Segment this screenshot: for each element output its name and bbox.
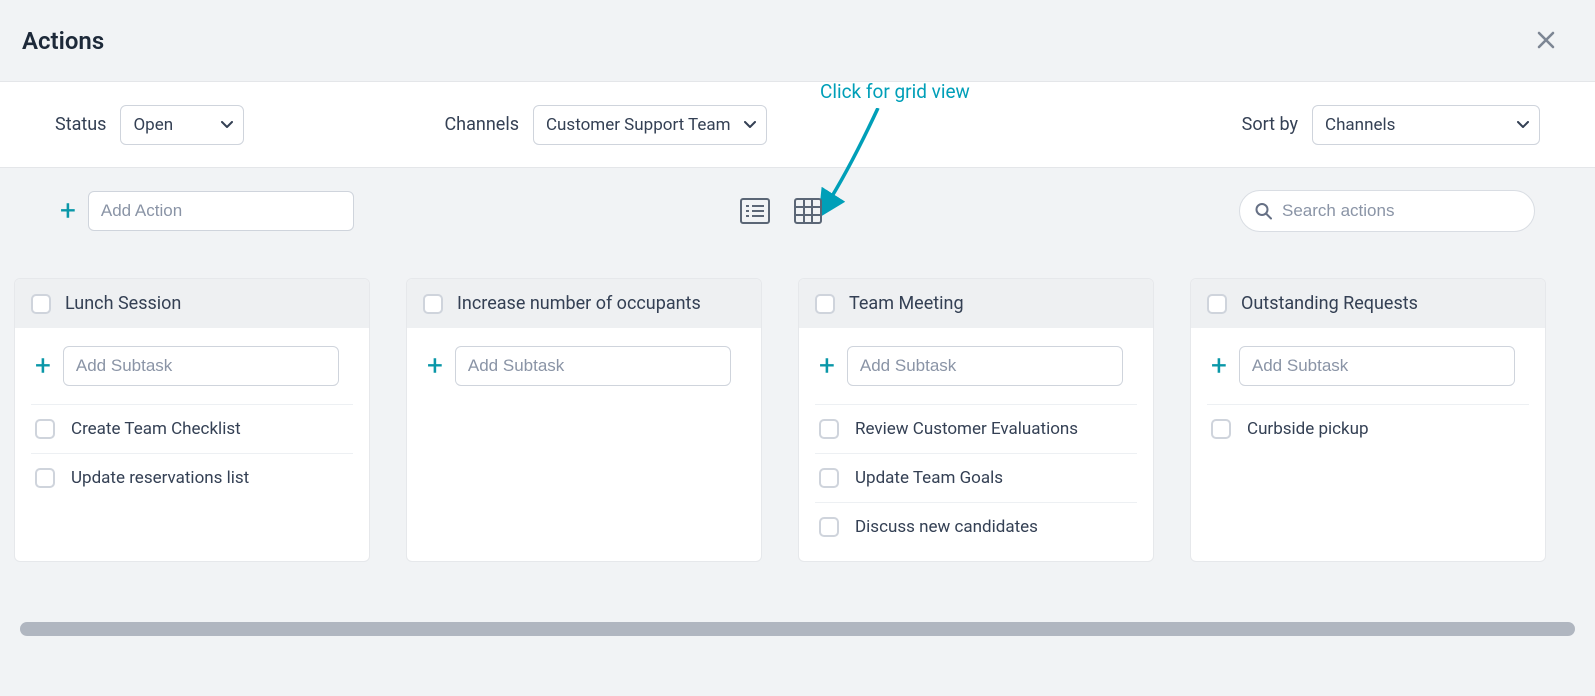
subtask-checkbox[interactable] [1211, 419, 1231, 439]
card-checkbox[interactable] [31, 294, 51, 314]
channels-label: Channels [444, 114, 519, 135]
subtask-label: Create Team Checklist [71, 419, 241, 439]
horizontal-scrollbar[interactable] [20, 622, 1575, 636]
subtask-checkbox[interactable] [819, 419, 839, 439]
subtask-checkbox[interactable] [35, 468, 55, 488]
subtask-row: Discuss new candidates [815, 502, 1137, 551]
subtask-checkbox[interactable] [819, 517, 839, 537]
action-card: Outstanding Requests + Curbside pickup [1190, 278, 1546, 562]
add-subtask-plus-icon[interactable]: + [1211, 352, 1227, 380]
card-body: + Create Team Checklist Update reservation… [15, 328, 369, 512]
add-subtask-plus-icon[interactable]: + [35, 352, 51, 380]
toolbar: + [0, 168, 1595, 254]
status-filter: Status Open [55, 105, 244, 145]
action-card: Increase number of occupants + [406, 278, 762, 562]
add-subtask-input[interactable] [1239, 346, 1515, 386]
subtask-checkbox[interactable] [35, 419, 55, 439]
card-header: Increase number of occupants [407, 279, 761, 328]
sort-filter: Sort by Channels [1242, 105, 1540, 145]
subtask-row: Create Team Checklist [31, 404, 353, 453]
add-action-group: + [60, 191, 354, 231]
subtask-label: Review Customer Evaluations [855, 419, 1078, 439]
add-subtask-plus-icon[interactable]: + [427, 352, 443, 380]
status-label: Status [55, 114, 106, 135]
add-subtask-input[interactable] [63, 346, 339, 386]
card-title: Increase number of occupants [457, 293, 701, 314]
card-checkbox[interactable] [423, 294, 443, 314]
action-card: Lunch Session + Create Team Checklist Updat… [14, 278, 370, 562]
card-body: + Curbside pickup [1191, 328, 1545, 463]
add-subtask-group: + [819, 346, 1137, 386]
sort-select[interactable]: Channels [1312, 105, 1540, 145]
list-view-icon [740, 198, 770, 224]
add-action-input[interactable] [88, 191, 354, 231]
channels-filter: Channels Customer Support Team [444, 105, 767, 145]
search-wrap [1239, 190, 1535, 232]
card-checkbox[interactable] [1207, 294, 1227, 314]
close-button[interactable] [1529, 23, 1563, 59]
subtask-label: Update Team Goals [855, 468, 1003, 488]
subtask-label: Update reservations list [71, 468, 249, 488]
status-select[interactable]: Open [120, 105, 244, 145]
page-title: Actions [22, 27, 104, 55]
view-toggle [740, 198, 822, 224]
subtask-label: Curbside pickup [1247, 419, 1369, 439]
card-header: Outstanding Requests [1191, 279, 1545, 328]
card-header: Team Meeting [799, 279, 1153, 328]
card-checkbox[interactable] [815, 294, 835, 314]
action-card: Team Meeting + Review Customer Evaluations… [798, 278, 1154, 562]
card-header: Lunch Session [15, 279, 369, 328]
grid-view-button[interactable] [794, 198, 822, 224]
add-subtask-plus-icon[interactable]: + [819, 352, 835, 380]
add-subtask-group: + [1211, 346, 1529, 386]
subtask-row: Review Customer Evaluations [815, 404, 1137, 453]
modal-header: Actions [0, 0, 1595, 82]
add-action-plus-icon[interactable]: + [60, 197, 76, 225]
filter-bar: Status Open Channels Customer Support Te… [0, 82, 1595, 168]
subtask-label: Discuss new candidates [855, 517, 1038, 537]
subtask-row: Update reservations list [31, 453, 353, 502]
board: Lunch Session + Create Team Checklist Updat… [0, 254, 1595, 562]
close-icon [1537, 31, 1555, 49]
add-subtask-input[interactable] [847, 346, 1123, 386]
channels-select[interactable]: Customer Support Team [533, 105, 767, 145]
sort-label: Sort by [1242, 114, 1298, 135]
subtask-checkbox[interactable] [819, 468, 839, 488]
subtask-row: Curbside pickup [1207, 404, 1529, 453]
card-title: Lunch Session [65, 293, 181, 314]
list-view-button[interactable] [740, 198, 770, 224]
add-subtask-group: + [35, 346, 353, 386]
search-input[interactable] [1239, 190, 1535, 232]
add-subtask-group: + [427, 346, 745, 386]
grid-view-icon [794, 198, 822, 224]
search-icon [1255, 203, 1272, 220]
card-body: + Review Customer Evaluations Update Team … [799, 328, 1153, 561]
card-body: + [407, 328, 761, 414]
card-title: Outstanding Requests [1241, 293, 1418, 314]
add-subtask-input[interactable] [455, 346, 731, 386]
card-title: Team Meeting [849, 293, 964, 314]
subtask-row: Update Team Goals [815, 453, 1137, 502]
